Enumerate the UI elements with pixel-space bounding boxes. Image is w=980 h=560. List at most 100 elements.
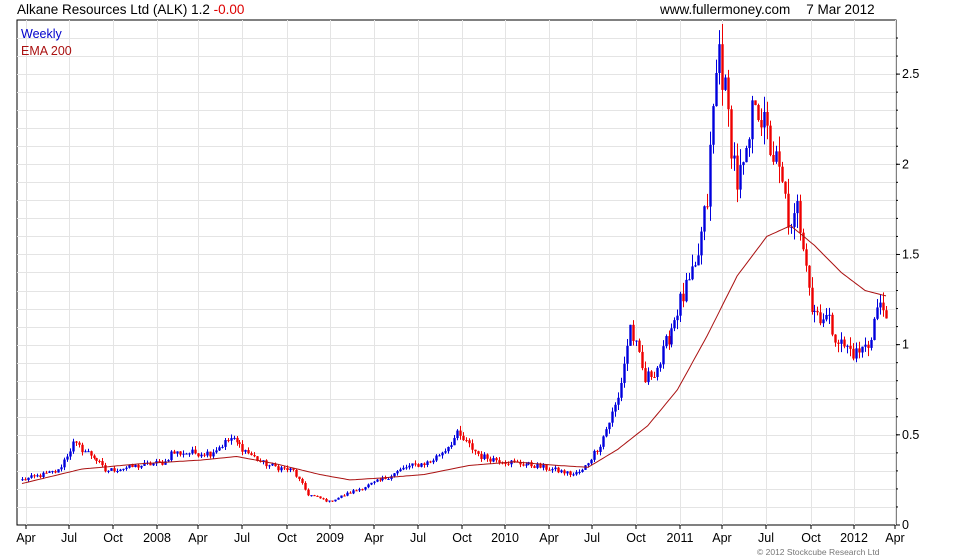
candle-body	[796, 201, 799, 214]
candle-body	[98, 460, 101, 462]
candle-body	[745, 148, 748, 163]
candle-body	[569, 471, 572, 475]
candle-body	[247, 450, 250, 454]
candle-body	[304, 482, 307, 490]
candle-body	[429, 461, 432, 463]
candle-body	[736, 155, 739, 190]
candle-body	[721, 44, 724, 90]
candle-body	[182, 453, 185, 455]
candle-body	[244, 450, 247, 452]
candle-body	[542, 464, 545, 468]
candle-body	[325, 498, 328, 502]
candle-body	[39, 475, 42, 478]
candle-body	[125, 467, 128, 469]
candle-body	[554, 467, 557, 470]
candle-body	[673, 320, 676, 329]
candle-body	[87, 451, 90, 453]
candle-body	[402, 467, 405, 470]
candle-body	[861, 346, 864, 353]
candle-body	[376, 479, 379, 482]
candle-body	[706, 206, 709, 208]
candle-body	[885, 310, 888, 319]
x-tick-label: Jul	[758, 531, 774, 545]
candle-body	[614, 404, 617, 412]
candle-body	[289, 468, 292, 471]
candle-body	[864, 344, 867, 347]
candle-body	[644, 368, 647, 383]
legend-ema: EMA 200	[21, 44, 72, 58]
candle-body	[840, 339, 843, 344]
candle-body	[203, 454, 206, 456]
candle-body	[811, 287, 814, 312]
candle-body	[471, 443, 474, 450]
x-tick-label: Jul	[61, 531, 77, 545]
candle-body	[355, 490, 358, 492]
candle-body	[837, 342, 840, 344]
candle-body	[784, 181, 787, 194]
candle-body	[557, 467, 560, 473]
candle-body	[715, 72, 718, 107]
candle-body	[21, 479, 24, 481]
candle-body	[626, 345, 629, 364]
candle-body	[808, 265, 811, 288]
x-tick-label: 2011	[667, 531, 694, 545]
candle-body	[420, 463, 423, 467]
candle-body	[63, 459, 66, 468]
candle-body	[60, 467, 63, 470]
candle-body	[122, 468, 125, 470]
y-tick-label: 0.5	[902, 428, 919, 442]
candle-body	[316, 495, 319, 497]
candle-body	[536, 463, 539, 468]
y-tick-label: 1	[902, 338, 909, 352]
x-tick-label: 2008	[143, 531, 171, 545]
candle-body	[393, 473, 396, 477]
candle-body	[828, 314, 831, 316]
candle-body	[548, 469, 551, 471]
candle-body	[78, 442, 81, 445]
candle-body	[748, 139, 751, 149]
candle-body	[876, 307, 879, 319]
candle-body	[468, 440, 471, 444]
candle-body	[367, 484, 370, 488]
candle-body	[727, 77, 730, 110]
candle-body	[605, 429, 608, 437]
candle-body	[703, 206, 706, 232]
candle-body	[459, 430, 462, 436]
candle-body	[113, 468, 116, 472]
candle-body	[277, 466, 280, 471]
candle-body	[700, 231, 703, 256]
candle-body	[495, 458, 498, 461]
candle-body	[629, 324, 632, 346]
candle-body	[191, 449, 194, 454]
candle-body	[873, 318, 876, 340]
candle-body	[364, 487, 367, 490]
candle-body	[152, 463, 155, 466]
candle-body	[775, 151, 778, 162]
candle-body	[599, 446, 602, 452]
y-tick-label: 0	[902, 518, 909, 532]
candle-body	[373, 481, 376, 483]
candle-body	[75, 441, 78, 443]
candle-body	[340, 495, 343, 498]
candle-body	[498, 460, 501, 463]
x-tick-label: Apr	[885, 531, 904, 545]
candle-body	[176, 451, 179, 454]
candle-body	[206, 451, 209, 456]
candle-body	[843, 339, 846, 347]
candle-body	[221, 446, 224, 448]
candle-body	[691, 266, 694, 280]
candle-body	[772, 154, 775, 162]
candle-body	[370, 482, 373, 485]
candle-body	[650, 371, 653, 377]
candle-body	[447, 446, 450, 452]
candle-body	[590, 459, 593, 464]
candle-body	[238, 442, 241, 445]
candle-body	[739, 165, 742, 190]
candle-body	[233, 437, 236, 439]
candle-body	[137, 464, 140, 468]
candle-body	[456, 430, 459, 439]
candle-body	[441, 452, 444, 456]
candle-body	[575, 472, 578, 475]
y-tick-label: 1.5	[902, 247, 919, 261]
candle-body	[522, 464, 525, 466]
